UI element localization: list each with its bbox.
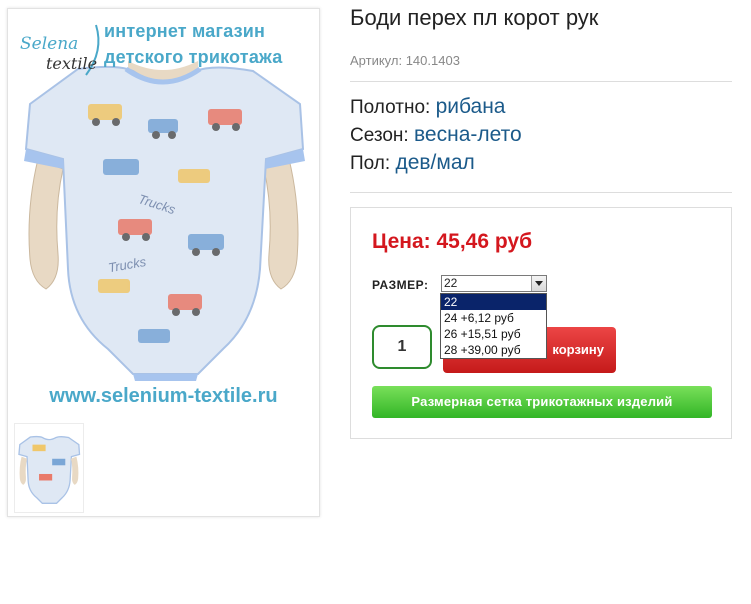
sku-line: Артикул: 140.1403 [350, 53, 460, 68]
shop-tagline-line2: детского трикотажа [104, 47, 283, 67]
attribute-gender: Пол: дев/мал [350, 151, 475, 175]
product-image-panel: Trucks Trucks Selena textile интернет ма… [7, 8, 320, 517]
price: Цена: 45,46 руб [372, 230, 532, 254]
size-chart-button[interactable]: Размерная сетка трикотажных изделий [372, 386, 712, 418]
size-option[interactable]: 24 +6,12 руб [441, 310, 546, 326]
size-option[interactable]: 26 +15,51 руб [441, 326, 546, 342]
size-dropdown-list[interactable]: 22 24 +6,12 руб 26 +15,51 руб 28 +39,00 … [440, 293, 547, 359]
product-title: Боди перех пл корот рук [350, 5, 599, 30]
divider [350, 192, 732, 193]
shop-tagline-line1: интернет магазин [104, 21, 266, 41]
attribute-season: Сезон: весна-лето [350, 123, 522, 147]
sku-label: Артикул: [350, 53, 403, 68]
attribute-value: дев/мал [395, 151, 475, 174]
size-label: РАЗМЕР: [372, 278, 429, 292]
size-option[interactable]: 28 +39,00 руб [441, 342, 546, 358]
sku-value: 140.1403 [405, 53, 460, 68]
product-main-photo[interactable]: Trucks Trucks Selena textile интернет ма… [8, 9, 319, 414]
attribute-value: весна-лето [414, 123, 522, 146]
attribute-label: Пол: [350, 153, 391, 174]
attribute-label: Сезон: [350, 125, 409, 146]
chevron-down-icon[interactable] [531, 276, 546, 291]
website-watermark: www.selenium-textile.ru [49, 385, 278, 407]
attribute-label: Полотно: [350, 97, 431, 118]
attribute-fabric: Полотно: рибана [350, 95, 506, 119]
attribute-value: рибана [435, 95, 506, 118]
price-label: Цена: [372, 230, 431, 253]
size-option[interactable]: 22 [441, 294, 546, 310]
add-to-cart-label: корзину [552, 342, 604, 357]
size-select[interactable]: 22 [441, 275, 547, 292]
price-value: 45,46 руб [436, 230, 533, 253]
size-selected-value: 22 [444, 276, 458, 290]
brand-logo: Selena textile [16, 23, 108, 79]
quantity-input[interactable]: 1 [372, 325, 432, 369]
logo-text-line2: textile [46, 54, 97, 73]
logo-text-line1: Selena [20, 34, 78, 54]
divider [350, 81, 732, 82]
product-thumbnail[interactable] [14, 423, 84, 513]
